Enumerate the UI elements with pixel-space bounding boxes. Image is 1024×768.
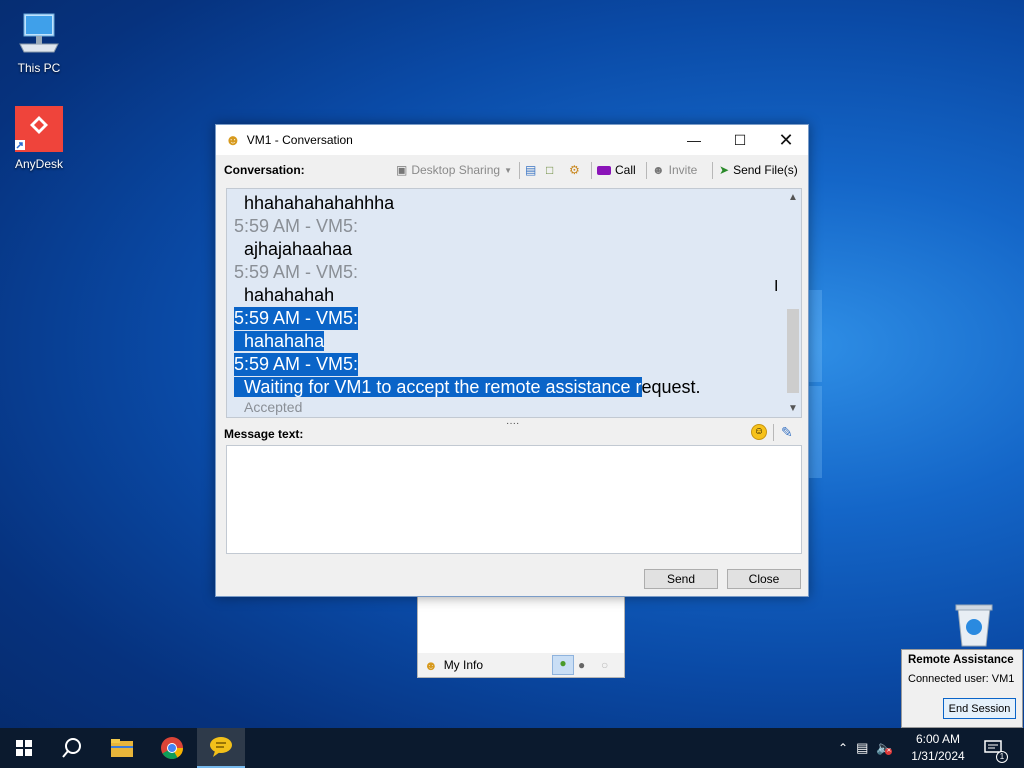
notes-icon: ▤ (525, 163, 537, 177)
clock[interactable]: 6:00 AM 1/31/2024 (900, 731, 976, 765)
user-icon: ☻ (225, 131, 241, 149)
volume-muted-icon[interactable]: 🔈 ✕ (876, 740, 893, 756)
scroll-down-arrow[interactable]: ▼ (788, 403, 798, 414)
start-button[interactable] (0, 728, 48, 768)
invite-label: Invite (668, 163, 698, 177)
network-icon[interactable]: ▤ (856, 740, 868, 756)
chat-scrollbar[interactable]: ▲ ▼ (784, 189, 801, 417)
user-icon: ☻ (424, 657, 438, 673)
chat-message: ajhajahaahaa (244, 239, 353, 259)
end-session-button[interactable]: End Session (943, 698, 1016, 719)
conversation-label: Conversation: (224, 163, 305, 177)
close-window-button[interactable]: ✕ (763, 125, 809, 155)
chevron-up-icon[interactable]: ⌃ (838, 741, 848, 755)
chat-header: 5:59 AM - VM5: (234, 216, 359, 236)
chat-header: 5:59 AM - VM5: (234, 262, 359, 282)
invite-button[interactable]: ☻ Invite (652, 162, 697, 178)
wallpaper-beam (808, 290, 822, 382)
desktop-icon-label: This PC (17, 61, 61, 75)
font-edit-icon[interactable]: ✎ (781, 424, 793, 441)
windows-logo-icon (16, 740, 32, 756)
toolbar-separator (591, 162, 592, 179)
chat-message-partial-selection: Waiting for VM1 to accept the remote ass… (234, 376, 701, 399)
send-file-icon: ➤ (719, 163, 730, 177)
status-online-icon[interactable]: ● (552, 655, 574, 675)
chevron-down-icon: ▼ (504, 165, 512, 175)
taskbar: ⌃ ▤ 🔈 ✕ 6:00 AM 1/31/2024 1 (0, 728, 1024, 768)
title-bar[interactable]: ☻ VM1 - Conversation — ☐ ✕ (216, 125, 808, 155)
anydesk-icon (15, 106, 63, 152)
text-cursor: I (774, 278, 779, 295)
maximize-button[interactable]: ☐ (717, 125, 763, 155)
toolbar-separator (712, 162, 713, 179)
scroll-thumb[interactable] (787, 309, 799, 393)
conversation-history[interactable]: hhahahahahahhha 5:59 AM - VM5: ajhajahaa… (226, 188, 802, 418)
chrome-icon (161, 737, 183, 759)
send-files-button[interactable]: ➤ Send File(s) (719, 162, 798, 178)
chat-message: hhahahahahahhha (244, 193, 395, 213)
chrome-button[interactable] (148, 728, 196, 768)
gear-icon: ⚙ (569, 163, 580, 177)
my-info-link[interactable]: My Info (444, 658, 483, 672)
toolbar-separator (773, 424, 774, 441)
message-text-label: Message text: (224, 427, 304, 441)
accepted-status: Accepted (244, 399, 303, 415)
toolbar-separator (519, 162, 520, 179)
desktop-sharing-icon: ▣ (396, 163, 408, 177)
messenger-app-button[interactable] (197, 728, 245, 768)
contact-list-window[interactable]: ☻ My Info ● ● ○ (417, 595, 625, 678)
contact-list-footer: ☻ My Info ● ● ○ (418, 653, 624, 677)
minimize-button[interactable]: — (671, 125, 717, 155)
action-center-button[interactable]: 1 (984, 728, 1008, 768)
close-button[interactable]: Close (727, 569, 801, 589)
desktop-sharing-label: Desktop Sharing (411, 163, 501, 177)
call-button[interactable]: Call (597, 162, 636, 178)
send-files-label: Send File(s) (733, 163, 798, 177)
chat-header-selected: 5:59 AM - VM5: (234, 307, 359, 330)
splitter-handle[interactable]: ···· (506, 418, 519, 429)
chat-bubble-icon (210, 737, 232, 757)
chat-message-selected: hahahaha (234, 330, 325, 353)
chat-message: hahahahah (244, 285, 335, 305)
desktop-icon-this-pc[interactable]: This PC (4, 10, 74, 75)
scroll-up-arrow[interactable]: ▲ (788, 192, 798, 203)
desktop-icon-anydesk[interactable]: AnyDesk (4, 104, 74, 171)
clock-time: 6:00 AM (915, 732, 961, 746)
conversation-window[interactable]: ☻ VM1 - Conversation — ☐ ✕ Conversation:… (215, 124, 809, 597)
video-camera-icon (597, 165, 611, 175)
document-icon: □ (546, 163, 554, 177)
message-input[interactable] (226, 445, 802, 554)
toolbar-separator (646, 162, 647, 179)
notification-badge: 1 (996, 751, 1008, 763)
contact-info-button[interactable]: □ (546, 162, 553, 178)
system-tray: ⌃ ▤ 🔈 ✕ (838, 728, 893, 768)
recycle-bin-icon[interactable] (952, 602, 996, 648)
connected-user-text: Connected user: VM1 (908, 673, 1015, 685)
folder-icon (111, 739, 133, 757)
history-button[interactable]: ▤ (525, 162, 536, 178)
remote-assistance-title: Remote Assistance (908, 654, 1014, 666)
wallpaper-beam (808, 386, 822, 478)
send-button[interactable]: Send (644, 569, 718, 589)
file-explorer-button[interactable] (98, 728, 146, 768)
window-title: VM1 - Conversation (246, 133, 353, 147)
emoticon-icon[interactable]: ☺ (751, 424, 767, 440)
search-button[interactable] (48, 728, 96, 768)
status-offline-icon[interactable]: ○ (601, 658, 608, 672)
remote-assistance-panel: Remote Assistance Connected user: VM1 En… (901, 649, 1023, 728)
desktop-icon-label: AnyDesk (14, 157, 64, 171)
call-label: Call (615, 163, 636, 177)
computer-icon (19, 13, 59, 53)
status-busy-icon[interactable]: ● (578, 658, 585, 672)
clock-date: 1/31/2024 (911, 749, 965, 763)
desktop-sharing-button[interactable]: ▣ Desktop Sharing ▼ (396, 162, 512, 178)
users-icon: ☻ (652, 163, 665, 177)
chat-header-selected: 5:59 AM - VM5: (234, 353, 359, 376)
conversation-toolbar: Conversation: ▣ Desktop Sharing ▼ ▤ □ ⚙ … (216, 155, 808, 185)
settings-button[interactable]: ⚙ (569, 162, 580, 178)
search-icon (62, 738, 81, 758)
